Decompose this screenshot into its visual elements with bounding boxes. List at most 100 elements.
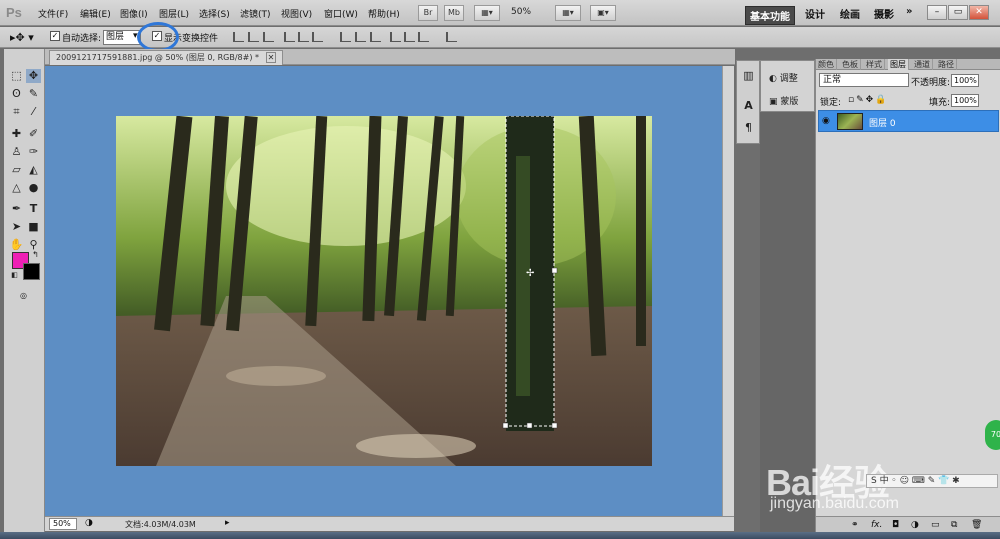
align-bottom-icon[interactable]: [263, 32, 274, 42]
svg-text:✢: ✢: [526, 268, 534, 279]
default-colors-icon[interactable]: ◧: [7, 268, 22, 282]
menu-filter[interactable]: 滤镜(T): [240, 7, 271, 20]
floating-badge[interactable]: 70: [985, 420, 1000, 450]
move-tool-preset-icon[interactable]: ▸✥ ▾: [10, 31, 34, 44]
minimize-button[interactable]: –: [927, 5, 947, 20]
character-panel-icon[interactable]: A: [741, 99, 756, 113]
distribute-vcenter-icon[interactable]: [355, 32, 366, 42]
lock-icons[interactable]: ▫✎✥🔒: [848, 95, 888, 105]
auto-align-icon[interactable]: [446, 32, 457, 42]
path-selection-tool-icon[interactable]: ➤: [9, 220, 24, 234]
eraser-tool-icon[interactable]: ▱: [9, 163, 24, 177]
blend-mode-dropdown[interactable]: 正常: [819, 73, 909, 87]
marquee-tool-icon[interactable]: ⬚: [9, 69, 24, 83]
menu-window[interactable]: 窗口(W): [324, 7, 358, 20]
masks-item[interactable]: ▣ 蒙版: [769, 94, 798, 107]
view-extras-icon[interactable]: ▦▾: [474, 5, 500, 21]
align-vcenter-icon[interactable]: [248, 32, 259, 42]
quick-select-tool-icon[interactable]: ✎: [26, 87, 41, 101]
tab-channels[interactable]: 通道: [912, 59, 933, 70]
eyedropper-tool-icon[interactable]: ⁄: [26, 105, 41, 119]
opacity-field[interactable]: 100%: [951, 74, 979, 87]
workspace-design[interactable]: 设计: [805, 6, 825, 21]
quick-mask-icon[interactable]: ◎: [16, 289, 31, 303]
menu-edit[interactable]: 编辑(E): [80, 7, 111, 20]
tab-styles[interactable]: 样式: [864, 59, 885, 70]
bridge-button[interactable]: Br: [418, 5, 438, 21]
menu-file[interactable]: 文件(F): [38, 7, 68, 20]
spot-healing-tool-icon[interactable]: ✚: [9, 127, 24, 141]
menu-select[interactable]: 选择(S): [199, 7, 230, 20]
workspace-essentials[interactable]: 基本功能: [745, 6, 795, 25]
align-left-icon[interactable]: [284, 32, 295, 42]
close-tab-icon[interactable]: ✕: [265, 52, 277, 63]
swap-colors-icon[interactable]: ↰: [28, 248, 43, 262]
shape-tool-icon[interactable]: ■: [26, 220, 41, 234]
collapsed-panel-dock: ▥ A ¶: [736, 60, 760, 144]
hand-tool-icon[interactable]: ✋: [9, 238, 24, 252]
crop-tool-icon[interactable]: ⌗: [9, 105, 24, 119]
type-tool-icon[interactable]: T: [26, 202, 41, 216]
paint-bucket-tool-icon[interactable]: ◭: [26, 163, 41, 177]
menu-image[interactable]: 图像(I): [120, 7, 148, 20]
move-tool-icon[interactable]: ✥: [26, 69, 41, 83]
close-button[interactable]: ✕: [969, 5, 989, 20]
status-info-icon[interactable]: ◑: [85, 518, 93, 528]
forest-image: ✢: [116, 116, 652, 466]
mini-bridge-button[interactable]: Mb: [444, 5, 464, 21]
pen-tool-icon[interactable]: ✒: [9, 202, 24, 216]
menu-view[interactable]: 视图(V): [281, 7, 312, 20]
auto-select-checkbox[interactable]: ✓: [50, 31, 60, 41]
background-color-swatch[interactable]: [23, 263, 40, 280]
clone-stamp-tool-icon[interactable]: ♙: [9, 145, 24, 159]
document-size-info[interactable]: 文档:4.03M/4.03M: [125, 519, 196, 530]
lock-label: 锁定:: [820, 98, 842, 108]
tab-swatches[interactable]: 色板: [840, 59, 861, 70]
align-right-icon[interactable]: [312, 32, 323, 42]
status-menu-arrow-icon[interactable]: ▸: [225, 518, 230, 528]
layer-row[interactable]: ◉ 图层 0: [818, 110, 999, 132]
brush-tool-icon[interactable]: ✐: [26, 127, 41, 141]
menu-help[interactable]: 帮助(H): [368, 7, 400, 20]
forest-photo[interactable]: ✢: [116, 116, 652, 466]
status-zoom-field[interactable]: 50%: [49, 518, 77, 530]
align-top-icon[interactable]: [233, 32, 244, 42]
workspace-photography[interactable]: 摄影: [874, 6, 894, 21]
document-tab-bar: 20091217175918​81.jpg @ 50% (图层 0, RGB/8…: [45, 49, 735, 65]
screen-mode-icon[interactable]: ▣▾: [590, 5, 616, 21]
ime-toolbar[interactable]: S 中 ◦ ☺ ⌨ ✎ 👕 ✱: [866, 474, 998, 488]
distribute-bottom-icon[interactable]: [370, 32, 381, 42]
distribute-right-icon[interactable]: [418, 32, 429, 42]
adjustments-item[interactable]: ◐ 调整: [769, 71, 798, 84]
document-tab[interactable]: 20091217175918​81.jpg @ 50% (图层 0, RGB/8…: [49, 50, 284, 65]
restore-button[interactable]: ▭: [948, 5, 968, 20]
adjustments-mini-panel: ◐ 调整 ▣ 蒙版: [760, 60, 815, 112]
history-brush-tool-icon[interactable]: ✑: [26, 145, 41, 159]
delete-icon[interactable]: 🗑: [971, 520, 982, 530]
distribute-top-icon[interactable]: [340, 32, 351, 42]
lasso-tool-icon[interactable]: ʘ: [9, 87, 24, 101]
align-hcenter-icon[interactable]: [298, 32, 309, 42]
menu-layer[interactable]: 图层(L): [159, 7, 189, 20]
opacity-label: 不透明度:: [911, 78, 951, 88]
tab-layers[interactable]: 图层: [888, 59, 909, 70]
paragraph-panel-icon[interactable]: ¶: [741, 121, 756, 135]
arrange-documents-icon[interactable]: ▦▾: [555, 5, 581, 21]
tab-color[interactable]: 颜色: [816, 59, 837, 70]
distribute-left-icon[interactable]: [390, 32, 401, 42]
workspace-painting[interactable]: 绘画: [840, 6, 860, 21]
workspace-more-button[interactable]: »: [906, 6, 912, 17]
vertical-scrollbar[interactable]: [722, 66, 734, 516]
distribute-hcenter-icon[interactable]: [404, 32, 415, 42]
canvas-area[interactable]: ✢: [45, 66, 722, 516]
eye-icon[interactable]: ◉: [822, 116, 830, 126]
layer-name[interactable]: 图层 0: [869, 116, 896, 129]
zoom-level-readout[interactable]: 50%: [511, 7, 531, 17]
tab-paths[interactable]: 路径: [936, 59, 957, 70]
annotation-highlight-circle: [137, 22, 179, 52]
blur-tool-icon[interactable]: △: [9, 181, 24, 195]
fill-field[interactable]: 100%: [951, 94, 979, 107]
auto-select-label: 自动选择:: [62, 34, 102, 44]
history-panel-icon[interactable]: ▥: [741, 69, 756, 83]
dodge-tool-icon[interactable]: ●: [26, 181, 41, 195]
